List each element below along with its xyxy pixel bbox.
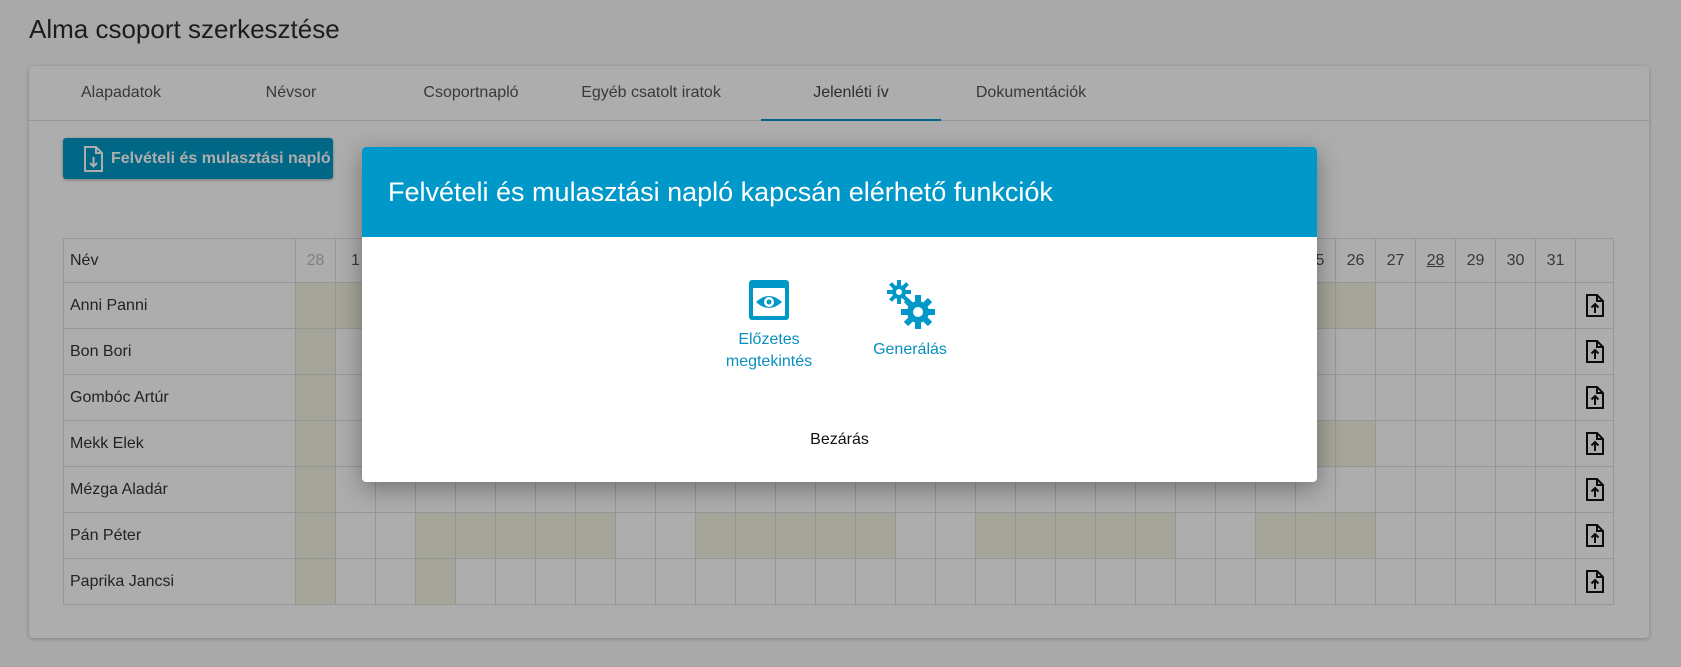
generate-label: Generálás (873, 341, 947, 358)
preview-label-line1: Előzetes (738, 331, 800, 348)
log-functions-dialog: Felvételi és mulasztási napló kapcsán el… (362, 147, 1317, 482)
eye-icon (749, 280, 789, 320)
preview-label-line2: megtekintés (725, 353, 813, 370)
dialog-title: Felvételi és mulasztási napló kapcsán el… (362, 147, 1317, 237)
generate-button[interactable]: Generálás (865, 279, 955, 361)
preview-button[interactable]: Előzetes megtekintés (714, 279, 824, 373)
gears-icon (887, 280, 935, 329)
close-button[interactable]: Bezárás (362, 431, 1317, 449)
dialog-body: Előzetes megtekintés Generálás Bezárás (362, 237, 1317, 482)
